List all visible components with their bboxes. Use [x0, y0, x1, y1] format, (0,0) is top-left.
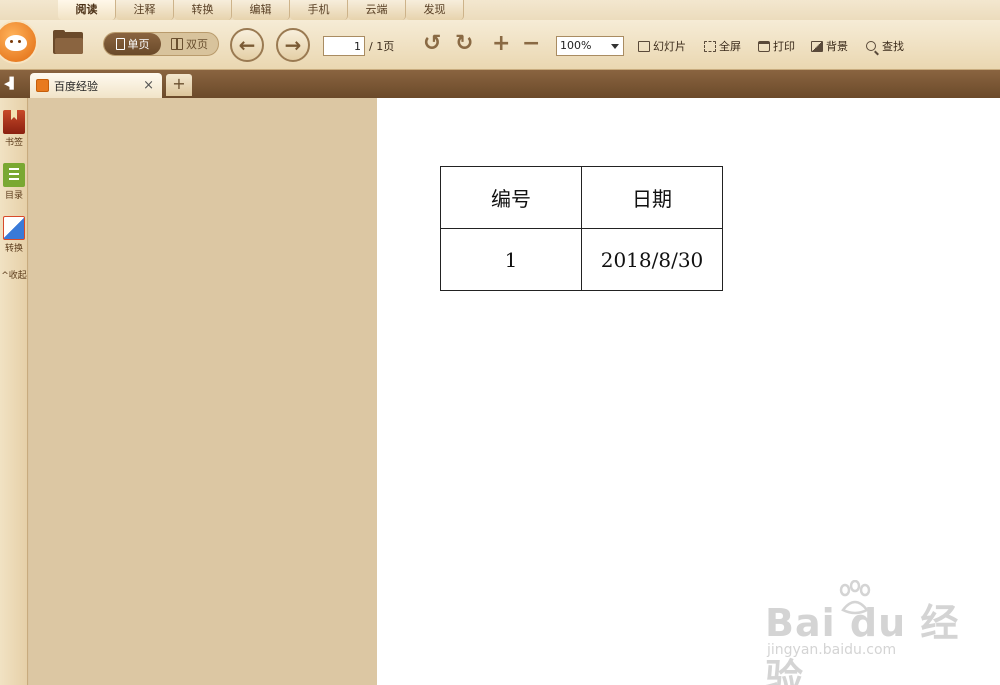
toc-icon: [3, 163, 25, 187]
table-row: 1 2018/8/30: [440, 228, 723, 291]
fullscreen-icon: [704, 40, 716, 52]
single-page-icon: [115, 38, 125, 50]
watermark-logo-text: Bai du 经验: [765, 601, 960, 685]
menu-tab-mobile[interactable]: 手机: [290, 0, 348, 20]
find-label: 查找: [882, 40, 904, 53]
slideshow-icon: [638, 40, 650, 52]
background-icon: [811, 40, 823, 52]
rotate-left-icon[interactable]: ↺: [423, 32, 441, 56]
sidebar-item-label: 书签: [4, 138, 23, 148]
app-logo-icon[interactable]: [0, 20, 38, 64]
sidebar-item-convert[interactable]: 转换: [0, 216, 28, 254]
menu-tab-read[interactable]: 阅读: [58, 0, 116, 20]
document-tab[interactable]: 百度经验 ×: [30, 73, 162, 98]
chevron-down-icon: [611, 44, 619, 49]
table-cell: 1: [440, 228, 582, 291]
baidu-watermark: Bai du 经验 jingyan.baidu.com: [765, 580, 985, 685]
add-tab-button[interactable]: +: [166, 74, 192, 96]
table-header-cell: 编号: [440, 166, 582, 229]
print-button[interactable]: 打印: [758, 38, 795, 54]
sidebar-item-label: 转换: [4, 244, 23, 254]
next-page-button[interactable]: →: [276, 28, 310, 62]
table-header-cell: 日期: [581, 166, 723, 229]
slideshow-label: 幻灯片: [653, 40, 686, 53]
fullscreen-label: 全屏: [719, 40, 741, 53]
background-label: 背景: [826, 40, 848, 53]
page-total-label: / 1页: [369, 40, 395, 53]
sidebar-collapse-button[interactable]: ^收起: [0, 268, 28, 281]
find-button[interactable]: 查找: [866, 38, 904, 54]
arrow-right-icon: →: [284, 33, 302, 57]
double-page-label: 双页: [186, 38, 208, 51]
double-page-button[interactable]: 双页: [161, 33, 218, 55]
sidebar-item-toc[interactable]: 目录: [0, 163, 28, 201]
watermark-url: jingyan.baidu.com: [767, 642, 897, 658]
slideshow-button[interactable]: 幻灯片: [638, 38, 686, 54]
fullscreen-button[interactable]: 全屏: [704, 38, 741, 54]
menu-tab-convert[interactable]: 转换: [174, 0, 232, 20]
print-label: 打印: [773, 40, 795, 53]
document-icon: [36, 79, 49, 92]
document-tab-bar: ◂▌ 百度经验 × +: [0, 70, 1000, 98]
zoom-out-icon[interactable]: −: [522, 32, 540, 56]
menu-bar: 阅读 注释 转换 编辑 手机 云端 发现: [0, 0, 1000, 20]
close-icon[interactable]: ×: [143, 78, 154, 93]
menu-tab-discover[interactable]: 发现: [406, 0, 464, 20]
background-button[interactable]: 背景: [811, 38, 848, 54]
menu-tabs: 阅读 注释 转换 编辑 手机 云端 发现: [58, 0, 464, 20]
table-cell: 2018/8/30: [581, 228, 723, 291]
zoom-in-icon[interactable]: +: [492, 32, 510, 56]
convert-icon: [3, 216, 25, 240]
document-tab-label: 百度经验: [54, 79, 98, 93]
bookmark-icon: [3, 110, 25, 134]
search-icon: [866, 41, 876, 51]
rotate-right-icon[interactable]: ↻: [455, 32, 473, 56]
previous-page-button[interactable]: ←: [230, 28, 264, 62]
open-folder-icon[interactable]: [53, 30, 83, 54]
view-mode-toggle: 单页 双页: [103, 32, 219, 56]
double-page-icon: [171, 38, 183, 50]
single-page-label: 单页: [127, 38, 150, 51]
zoom-select[interactable]: 100%: [556, 36, 624, 56]
document-table: 编号 日期 1 2018/8/30: [440, 166, 723, 291]
table-header-row: 编号 日期: [440, 166, 723, 229]
arrow-left-icon: ←: [238, 33, 256, 57]
left-sidebar: 书签 目录 转换 ^收起: [0, 98, 28, 685]
sidebar-collapse-icon[interactable]: ◂▌: [4, 78, 18, 90]
zoom-value: 100%: [560, 39, 592, 52]
thumbnail-panel: [29, 98, 377, 685]
menu-tab-annotate[interactable]: 注释: [116, 0, 174, 20]
single-page-button[interactable]: 单页: [104, 33, 161, 55]
printer-icon: [758, 40, 770, 52]
menu-tab-cloud[interactable]: 云端: [348, 0, 406, 20]
menu-tab-edit[interactable]: 编辑: [232, 0, 290, 20]
sidebar-item-bookmarks[interactable]: 书签: [0, 110, 28, 148]
page-number-input[interactable]: [323, 36, 365, 56]
toolbar: 单页 双页 ← → / 1页 ↺ ↻ + − 100% 幻灯片 全屏 打印 背景…: [0, 20, 1000, 70]
sidebar-item-label: 目录: [4, 191, 23, 201]
